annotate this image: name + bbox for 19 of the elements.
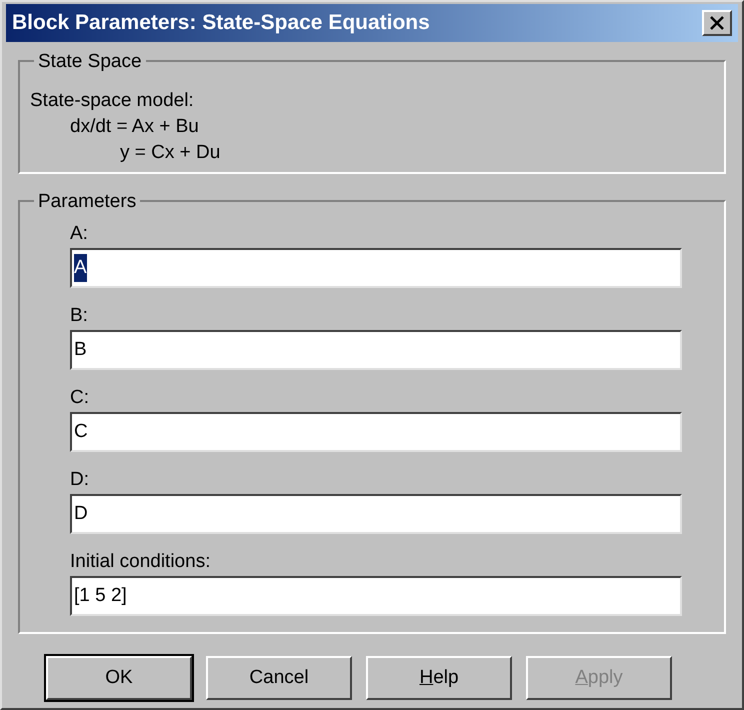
window-title: Block Parameters: State-Space Equations	[12, 10, 430, 36]
close-button[interactable]	[702, 10, 732, 36]
field-label: B:	[70, 304, 89, 328]
input-field[interactable]: B	[70, 330, 682, 370]
input-field[interactable]: [1 5 2]	[70, 576, 682, 616]
equation-text: dx/dt = Ax + Bu	[69, 115, 200, 139]
dialog-button[interactable]: Cancel	[206, 656, 352, 700]
field-label: C:	[70, 386, 90, 410]
field-label: D:	[70, 468, 90, 492]
input-field[interactable]: D	[70, 494, 682, 534]
equation-text: y = Cx + Du	[119, 141, 222, 165]
input-field[interactable]: A	[70, 248, 682, 288]
equation-text: State-space model:	[30, 89, 195, 113]
dialog-button[interactable]: Help	[366, 656, 512, 700]
input-field[interactable]: C	[70, 412, 682, 452]
close-icon	[710, 16, 724, 30]
dialog-button[interactable]: OK	[46, 656, 192, 700]
field-label: Initial conditions:	[70, 550, 212, 574]
field-label: A:	[70, 222, 89, 246]
